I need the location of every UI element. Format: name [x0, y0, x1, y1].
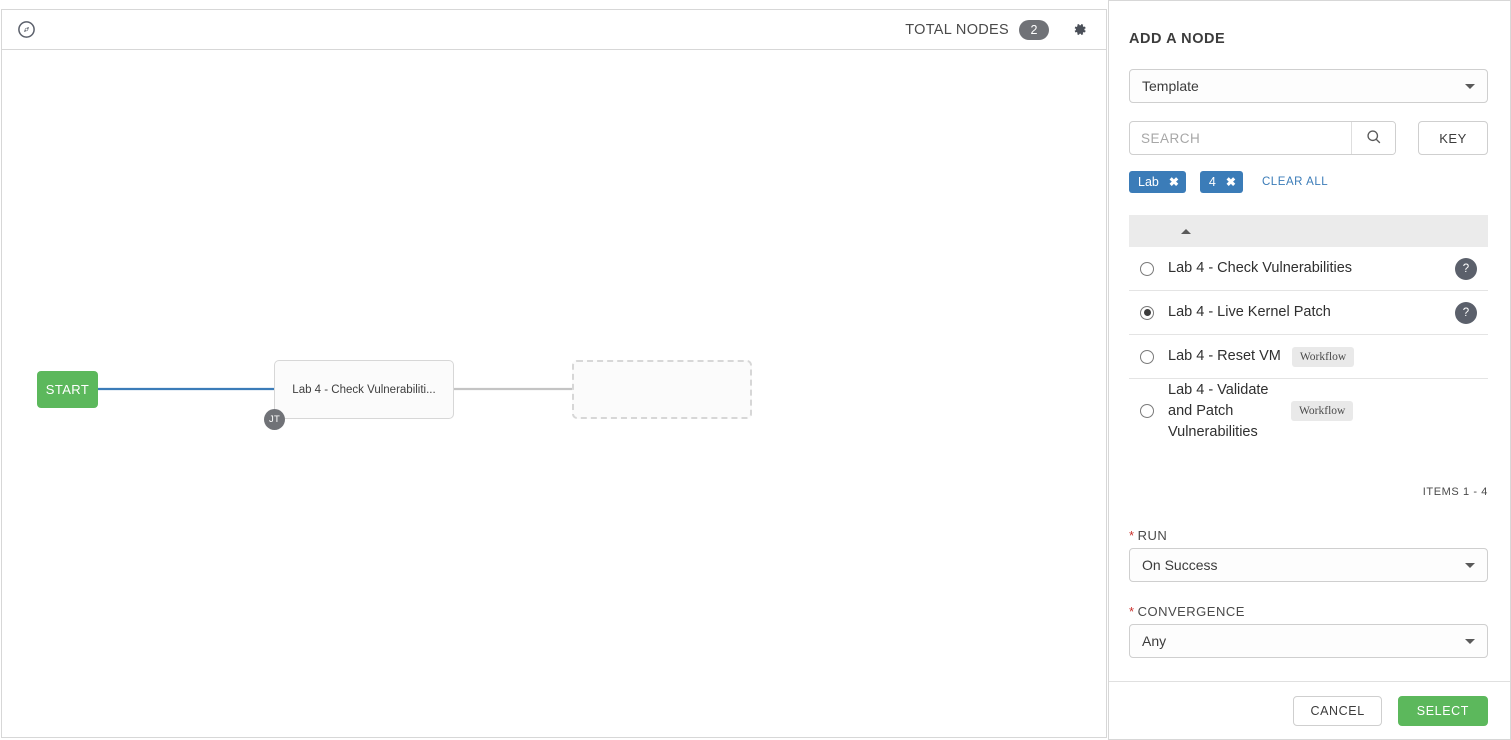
workflow-node-start-label: START — [45, 382, 90, 397]
radio-button[interactable] — [1140, 261, 1154, 276]
list-item[interactable]: Lab 4 - Live Kernel Patch ? — [1129, 291, 1488, 335]
run-select[interactable]: On Success — [1129, 548, 1488, 582]
canvas-toolbar-right: TOTAL NODES 2 — [905, 19, 1106, 40]
gear-icon[interactable] — [1069, 20, 1089, 40]
help-icon[interactable]: ? — [1455, 301, 1477, 324]
workflow-node-job-label: Lab 4 - Check Vulnerabiliti... — [292, 383, 436, 396]
convergence-select[interactable]: Any — [1129, 624, 1488, 658]
list-item[interactable]: Lab 4 - Reset VM Workflow — [1129, 335, 1488, 379]
workflow-node-start[interactable]: START — [37, 371, 98, 408]
filter-chip[interactable]: 4 ✖ — [1199, 171, 1243, 193]
run-label-text: RUN — [1137, 528, 1168, 543]
total-nodes-count-badge: 2 — [1019, 19, 1049, 40]
convergence-select-value: Any — [1142, 633, 1167, 649]
sort-ascending-icon[interactable] — [1181, 228, 1191, 234]
run-field-label: * RUN — [1129, 528, 1167, 543]
list-item-label: Lab 4 - Validate and Patch Vulnerabiliti… — [1168, 381, 1269, 440]
convergence-label-text: CONVERGENCE — [1137, 604, 1245, 619]
close-icon[interactable]: ✖ — [1169, 176, 1179, 188]
search-input[interactable] — [1130, 122, 1351, 154]
help-icon[interactable]: ? — [1455, 257, 1477, 280]
chevron-down-icon — [1465, 563, 1475, 568]
workflow-canvas-body[interactable]: START Lab 4 - Check Vulnerabiliti... JT — [1, 50, 1107, 738]
list-item-label: Lab 4 - Live Kernel Patch — [1168, 304, 1331, 320]
type-badge: Workflow — [1291, 401, 1354, 421]
chevron-down-icon — [1465, 639, 1475, 644]
list-item[interactable]: Lab 4 - Validate and Patch Vulnerabiliti… — [1129, 379, 1488, 443]
filter-chip-label: 4 — [1208, 175, 1216, 189]
workflow-links — [98, 387, 572, 391]
clear-all-link[interactable]: CLEAR ALL — [1262, 176, 1328, 188]
filter-chip[interactable]: Lab ✖ — [1129, 171, 1186, 193]
search-field-group[interactable] — [1129, 121, 1396, 155]
add-node-panel: ADD A NODE Template KEY Lab ✖ — [1108, 0, 1511, 740]
convergence-field-label: * CONVERGENCE — [1129, 604, 1245, 619]
node-type-select[interactable]: Template — [1129, 69, 1488, 103]
item-list-header — [1129, 215, 1488, 247]
key-button[interactable]: KEY — [1418, 121, 1488, 155]
filter-chips: Lab ✖ 4 ✖ CLEAR ALL — [1129, 171, 1328, 193]
search-button[interactable] — [1351, 122, 1395, 154]
radio-button[interactable] — [1140, 349, 1154, 364]
type-badge: Workflow — [1291, 346, 1355, 367]
required-marker: * — [1129, 604, 1135, 619]
items-count-label: ITEMS 1 - 4 — [1422, 486, 1488, 498]
workflow-node-placeholder[interactable] — [572, 360, 752, 419]
filter-chip-label: Lab — [1138, 175, 1159, 189]
close-icon[interactable]: ✖ — [1226, 176, 1236, 188]
template-list: Lab 4 - Check Vulnerabilities ? Lab 4 - … — [1129, 247, 1488, 443]
app-root: TOTAL NODES 2 START Lab 4 - Check Vulner… — [0, 0, 1511, 740]
list-item[interactable]: Lab 4 - Check Vulnerabilities ? — [1129, 247, 1488, 291]
radio-button[interactable] — [1140, 305, 1154, 320]
workflow-node-type-badge[interactable]: JT — [264, 409, 285, 430]
chevron-down-icon — [1465, 84, 1475, 89]
search-icon — [1366, 129, 1382, 148]
list-item-label: Lab 4 - Check Vulnerabilities — [1168, 260, 1353, 276]
page-title: ADD A NODE — [1129, 31, 1226, 47]
canvas-toolbar: TOTAL NODES 2 — [1, 9, 1107, 50]
panel-footer: CANCEL SELECT — [1109, 681, 1510, 739]
compass-icon[interactable] — [15, 19, 37, 41]
required-marker: * — [1129, 528, 1135, 543]
select-button[interactable]: SELECT — [1397, 695, 1488, 726]
list-item-label: Lab 4 - Reset VM — [1168, 348, 1281, 364]
workflow-node-job[interactable]: Lab 4 - Check Vulnerabiliti... — [274, 360, 454, 419]
radio-button[interactable] — [1140, 404, 1154, 418]
total-nodes-label: TOTAL NODES — [905, 21, 1009, 38]
node-type-select-value: Template — [1142, 78, 1199, 94]
cancel-button[interactable]: CANCEL — [1293, 695, 1382, 726]
workflow-canvas-pane: TOTAL NODES 2 START Lab 4 - Check Vulner… — [0, 0, 1108, 740]
run-select-value: On Success — [1142, 557, 1218, 573]
